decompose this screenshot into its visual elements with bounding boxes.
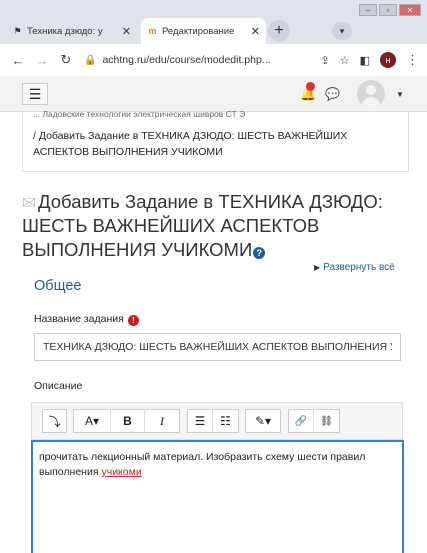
maximize-button[interactable]: ▫	[379, 4, 397, 16]
toolbar-group-lists: ☰ ☷	[187, 409, 239, 433]
tab-close-icon[interactable]: ✕	[251, 25, 260, 38]
expand-all-label: Развернуть всё	[323, 262, 395, 273]
bold-button[interactable]: B	[111, 410, 145, 432]
url-text: achtng.ru/edu/course/modedit.php...	[102, 54, 271, 66]
window-controls: ‒ ▫ ✕	[359, 4, 421, 16]
assignment-name-input[interactable]	[34, 333, 401, 361]
browser-menu-icon[interactable]: ⋮	[406, 52, 419, 68]
breadcrumb: ... Ладовские технологии электрическая ш…	[22, 109, 409, 172]
link-button[interactable]: 🔗	[289, 410, 314, 432]
breadcrumb-current: / Добавить Задание в ТЕХНИКА ДЗЮДО: ШЕСТ…	[33, 130, 348, 158]
toolbar-group-expand: ⤵	[42, 409, 67, 433]
url-field[interactable]: 🔒 achtng.ru/edu/course/modedit.php... ⇪ …	[84, 48, 370, 72]
description-misspelled-word: учикоми	[101, 466, 142, 478]
toolbar-group-style: ✎▾	[245, 409, 281, 433]
assignment-name-label: Название задания!	[34, 313, 139, 326]
sidepanel-icon[interactable]: ◧	[360, 54, 370, 67]
help-icon[interactable]: ?	[253, 247, 266, 259]
unordered-list-button[interactable]: ☰	[188, 410, 213, 432]
reload-icon[interactable]: ↻	[56, 52, 76, 68]
expand-all-link[interactable]: ▶ Развернуть всё	[314, 262, 395, 273]
minimize-button[interactable]: ‒	[359, 4, 377, 16]
description-text: прочитать лекционный материал. Изобразит…	[39, 451, 366, 478]
assignment-name-label-text: Название задания	[34, 313, 124, 325]
flag-icon: ⚑	[13, 25, 22, 36]
back-arrow-icon[interactable]: ←	[8, 53, 28, 68]
window-close-button[interactable]: ✕	[399, 4, 421, 16]
section-general-header[interactable]: Общее	[34, 278, 81, 294]
lock-icon[interactable]: 🔒	[84, 55, 96, 66]
paragraph-style-button[interactable]: ✎▾	[246, 410, 280, 432]
description-editor[interactable]: прочитать лекционный материал. Изобразит…	[31, 440, 404, 553]
assignment-icon: 🖂	[22, 195, 37, 209]
toolbar-group-format: A▾ B I	[73, 409, 180, 433]
user-menu-caret-icon[interactable]: ▼	[396, 90, 404, 99]
new-tab-button[interactable]: +	[268, 20, 290, 42]
profile-avatar[interactable]: н	[380, 52, 396, 68]
bookmark-star-icon[interactable]: ☆	[340, 54, 350, 67]
messages-icon[interactable]: 💬	[325, 87, 340, 101]
italic-button[interactable]: I	[145, 410, 179, 432]
page-title-text: Добавить Задание в ТЕХНИКА ДЗЮДО: ШЕСТЬ …	[22, 191, 383, 260]
expand-toolbar-button[interactable]: ⤵	[43, 410, 66, 432]
triangle-right-icon: ▶	[314, 263, 321, 272]
editor-toolbar: ⤵ A▾ B I ☰ ☷ ✎▾ 🔗 ⛓	[31, 402, 403, 440]
toolbar-group-links: 🔗 ⛓	[288, 409, 340, 433]
forward-arrow-icon[interactable]: →	[32, 53, 52, 68]
tab-close-icon[interactable]: ✕	[122, 25, 131, 38]
page-title: 🖂 Добавить Задание в ТЕХНИКА ДЗЮДО: ШЕСТЬ…	[22, 190, 412, 262]
moodle-favicon-icon: m	[148, 26, 157, 36]
ordered-list-button[interactable]: ☷	[213, 410, 238, 432]
hamburger-menu-button[interactable]: ☰	[22, 83, 48, 105]
tab-search-button[interactable]: ▾	[332, 22, 352, 40]
tab-label: Техника дзюдо: у	[27, 25, 103, 37]
user-avatar[interactable]	[357, 80, 385, 108]
breadcrumb-previous[interactable]: ... Ладовские технологии электрическая ш…	[33, 109, 403, 119]
site-navbar: ☰ 🔔 💬 ▼	[0, 76, 427, 112]
tab-editing[interactable]: m Редактирование ✕	[141, 18, 266, 44]
notifications-bell-icon[interactable]: 🔔	[300, 82, 316, 102]
description-label: Описание	[34, 380, 83, 392]
browser-tab-strip: ⚑ Техника дзюдо: у ✕ m Редактирование ✕ …	[0, 0, 427, 44]
notification-badge	[306, 82, 315, 91]
tab-label: Редактирование	[162, 25, 235, 37]
font-style-button[interactable]: A▾	[74, 410, 111, 432]
address-bar-row: ← → ↻ 🔒 achtng.ru/edu/course/modedit.php…	[0, 44, 427, 76]
unlink-button[interactable]: ⛓	[314, 410, 339, 432]
share-icon[interactable]: ⇪	[321, 54, 330, 67]
required-icon: !	[127, 315, 139, 326]
tab-judo-technique[interactable]: ⚑ Техника дзюдо: у ✕	[6, 18, 137, 44]
